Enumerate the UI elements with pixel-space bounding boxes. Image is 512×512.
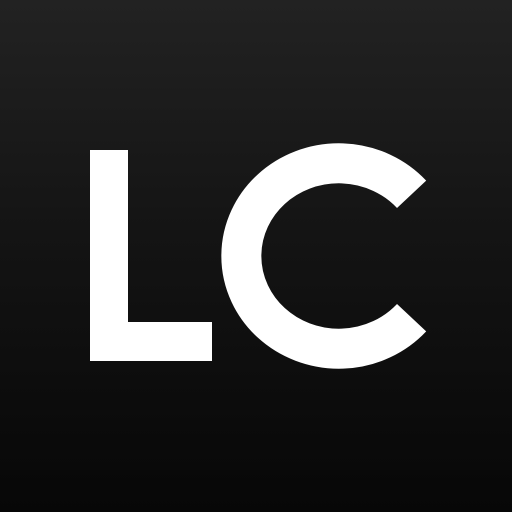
lc-logo-mark	[90, 143, 427, 369]
app-logo-tile	[0, 0, 512, 512]
logo-letter-c	[221, 143, 427, 369]
logo-letter-l	[90, 150, 212, 361]
